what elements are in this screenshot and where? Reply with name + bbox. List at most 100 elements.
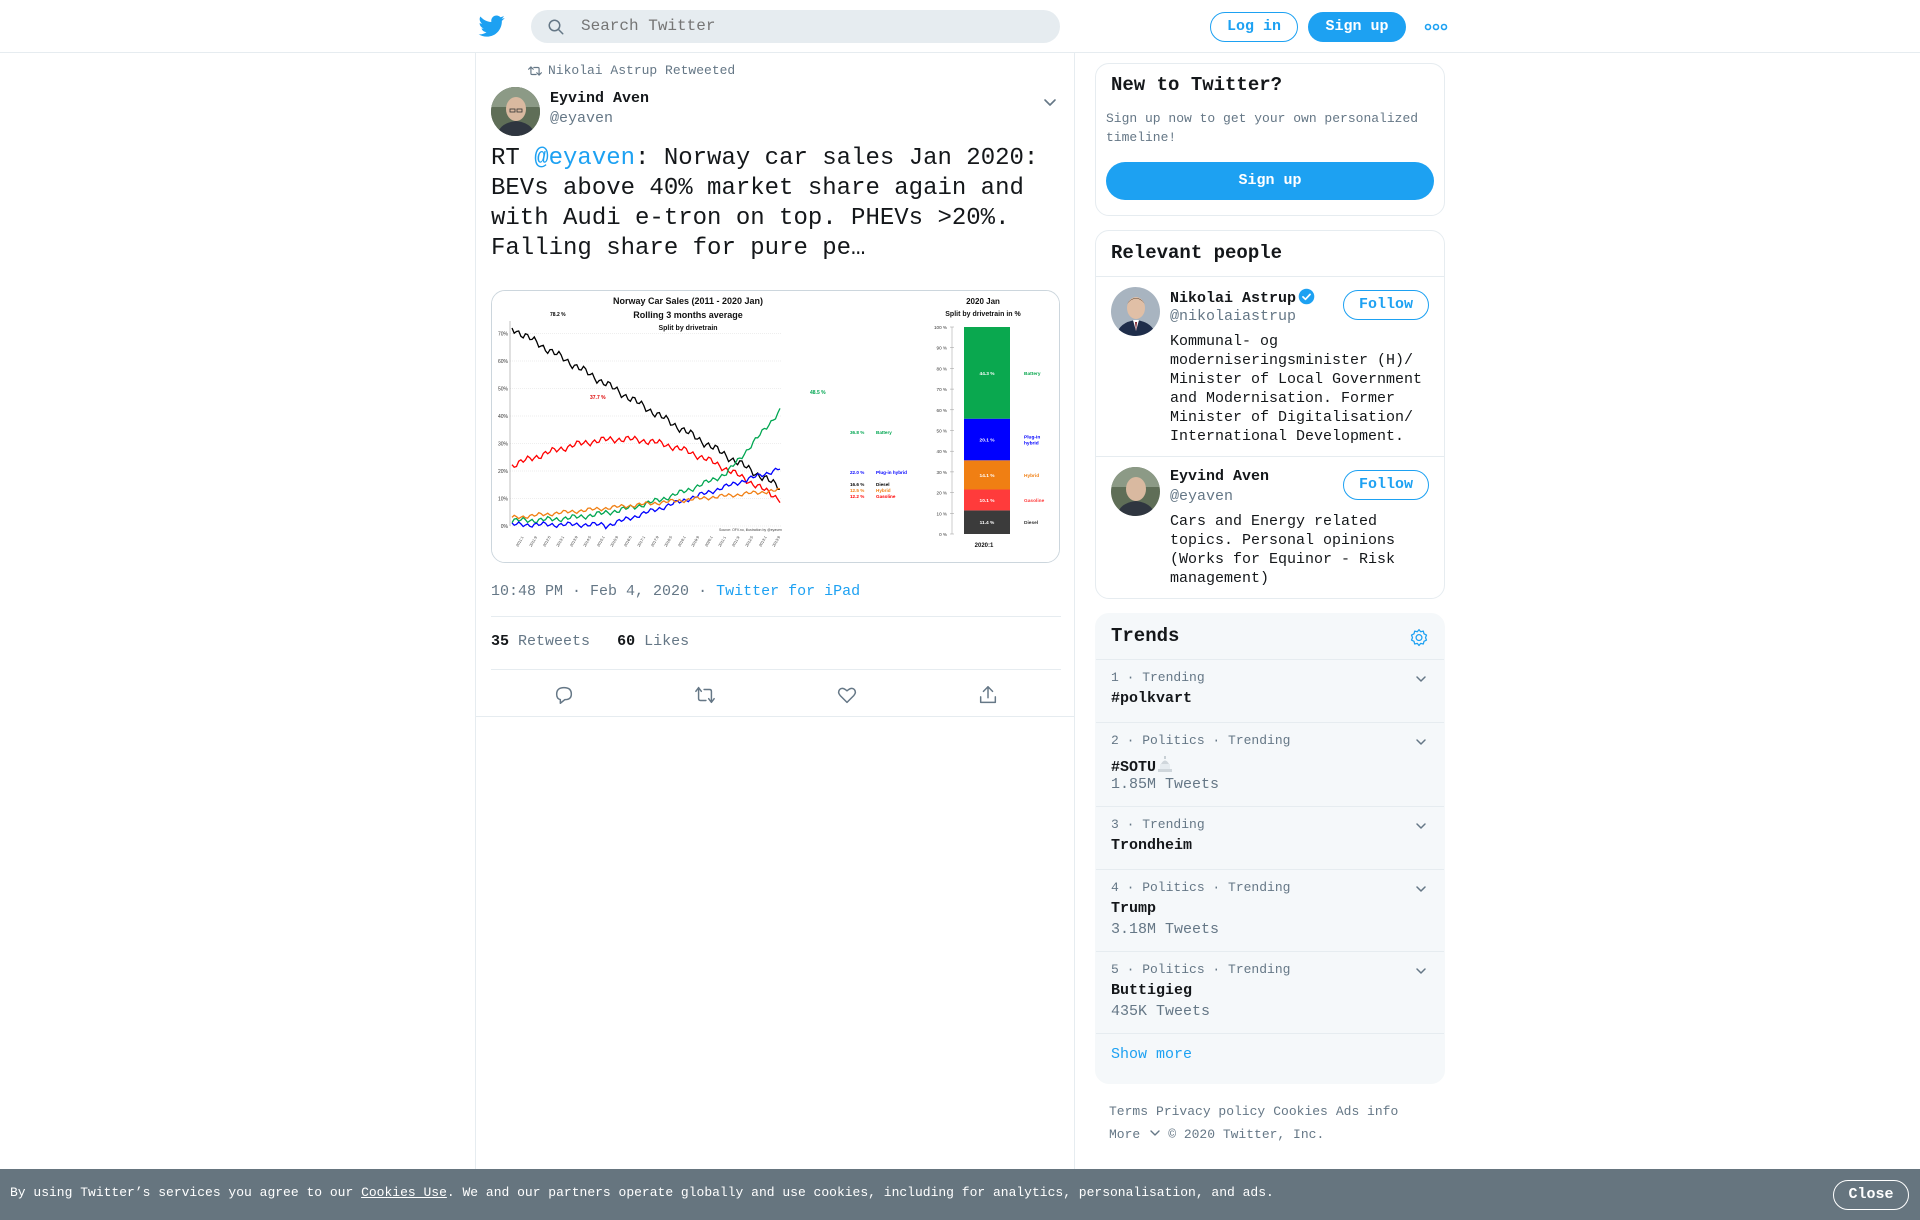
person-item[interactable]: Nikolai Astrup @nikolaiastrup Kommunal- … xyxy=(1096,277,1444,457)
person-avatar[interactable] xyxy=(1111,467,1160,516)
annotation-peak-diesel: 78.2 % xyxy=(550,312,566,318)
author-handle[interactable]: @eyaven xyxy=(550,110,613,127)
line-end-value: 12.5 % xyxy=(850,488,864,493)
new-to-twitter-desc: Sign up now to get your own personalized… xyxy=(1106,111,1419,145)
tweet-timestamp[interactable]: 10:48 PM · Feb 4, 2020 xyxy=(491,583,689,600)
y-tick-label: 40% xyxy=(498,414,509,420)
new-to-twitter-card: New to Twitter? Sign up now to get your … xyxy=(1095,63,1445,216)
bar-y-tick-label: 0 % xyxy=(939,532,947,537)
bar-y-tick-label: 20 % xyxy=(937,491,947,496)
cookie-text: By using Twitter’s services you agree to… xyxy=(10,1185,1274,1200)
follow-button[interactable]: Follow xyxy=(1343,290,1429,320)
stack-name-label: Battery xyxy=(1024,371,1041,377)
person-name[interactable]: Nikolai Astrup xyxy=(1170,288,1315,307)
stack-value-label: 20.1 % xyxy=(980,438,996,444)
footer-link-privacy[interactable]: Privacy policy xyxy=(1156,1104,1265,1119)
trend-item[interactable]: 3 · Trending Trondheim xyxy=(1096,807,1444,870)
tweet-source-link[interactable]: Twitter for iPad xyxy=(716,583,860,600)
bar-y-tick-label: 60 % xyxy=(937,408,947,413)
search-input[interactable] xyxy=(581,10,1041,43)
chevron-down-icon[interactable] xyxy=(1414,964,1428,978)
retweet-action-icon[interactable] xyxy=(694,684,716,706)
bar-y-tick-label: 40 % xyxy=(937,449,947,454)
trend-item[interactable]: 2 · Politics · Trending #SOTU 1.85M Twee… xyxy=(1096,723,1444,807)
footer-more-menu[interactable]: More xyxy=(1109,1127,1160,1142)
settings-gear-icon[interactable] xyxy=(1409,628,1429,648)
person-handle[interactable]: @nikolaiastrup xyxy=(1170,308,1296,325)
trend-context: 5 · Politics · Trending xyxy=(1111,962,1291,977)
chevron-down-icon[interactable] xyxy=(1414,882,1428,896)
trend-context: 4 · Politics · Trending xyxy=(1111,880,1291,895)
close-cookie-button[interactable]: Close xyxy=(1833,1180,1909,1210)
cookies-use-link[interactable]: Cookies Use xyxy=(361,1185,447,1200)
trend-item[interactable]: 5 · Politics · Trending Buttigieg 435K T… xyxy=(1096,952,1444,1034)
chart-source-note: Source: OFV.no, illustration by @eyaven xyxy=(719,528,782,532)
annotation-peak-gasoline: 37.7 % xyxy=(590,395,606,401)
person-handle[interactable]: @eyaven xyxy=(1170,488,1233,505)
login-button[interactable]: Log in xyxy=(1210,12,1298,42)
twitter-logo-icon[interactable] xyxy=(478,13,506,39)
likes-count: 60 xyxy=(617,633,636,650)
person-name[interactable]: Eyvind Aven xyxy=(1170,468,1269,485)
chart-left-title-3: Split by drivetrain xyxy=(658,325,717,332)
sidebar-signup-button[interactable]: Sign up xyxy=(1106,162,1434,200)
person-bio: Kommunal- og moderniseringsminister (H)/… xyxy=(1170,333,1423,445)
show-more-link[interactable]: Show more xyxy=(1111,1046,1192,1063)
tweet-column: Nikolai Astrup Retweeted Eyvind Aven @ey… xyxy=(475,53,1075,1169)
line-end-value: 16.6 % xyxy=(850,482,864,487)
line-end-value: 12.2 % xyxy=(850,494,864,499)
like-heart-icon[interactable] xyxy=(836,684,858,706)
likes-stat[interactable]: 60 Likes xyxy=(617,633,689,650)
divider xyxy=(476,716,1074,717)
tweet-media-image[interactable]: Norway Car Sales (2011 - 2020 Jan) Rolli… xyxy=(491,290,1060,563)
follow-button[interactable]: Follow xyxy=(1343,470,1429,500)
trend-count: 3.18M Tweets xyxy=(1111,921,1220,938)
trend-name[interactable]: Trump xyxy=(1111,900,1156,917)
chevron-down-icon[interactable] xyxy=(1414,819,1428,833)
tweet-mention-link[interactable]: @eyaven xyxy=(534,145,635,172)
person-avatar[interactable] xyxy=(1111,287,1160,336)
trends-header: Trends xyxy=(1096,614,1444,660)
bar-y-tick-label: 50 % xyxy=(937,429,947,434)
copyright: © 2020 Twitter, Inc. xyxy=(1168,1127,1325,1142)
chevron-down-icon[interactable] xyxy=(1414,735,1428,749)
chevron-down-icon[interactable] xyxy=(1042,94,1058,110)
search-box[interactable] xyxy=(531,10,1060,43)
y-tick-label: 60% xyxy=(498,359,509,365)
retweets-stat[interactable]: 35 Retweets xyxy=(491,633,590,650)
bar-y-tick-label: 90 % xyxy=(937,346,947,351)
meta-separator: · xyxy=(698,583,708,600)
top-bar: Log in Sign up xyxy=(0,0,1920,53)
likes-label: Likes xyxy=(644,633,690,650)
line-end-name: Battery xyxy=(876,430,892,435)
trend-name[interactable]: Buttigieg xyxy=(1111,982,1192,999)
retweet-context-text: Nikolai Astrup Retweeted xyxy=(548,63,736,78)
chevron-down-icon[interactable] xyxy=(1414,672,1428,686)
person-item[interactable]: Eyvind Aven @eyaven Cars and Energy rela… xyxy=(1096,457,1444,598)
verified-badge-icon xyxy=(1298,288,1315,305)
trend-item[interactable]: 4 · Politics · Trending Trump 3.18M Twee… xyxy=(1096,870,1444,952)
signup-button[interactable]: Sign up xyxy=(1308,12,1406,42)
more-options-icon[interactable] xyxy=(1424,21,1448,33)
stack-name-label: Diesel xyxy=(1024,520,1038,526)
tweet-text: RT @eyaven: Norway car sales Jan 2020: B… xyxy=(491,144,1051,264)
y-tick-label: 0% xyxy=(501,524,509,530)
tweet-text-prefix: RT xyxy=(491,145,535,172)
trend-item[interactable]: 1 · Trending #polkvart xyxy=(1096,660,1444,723)
relevant-people-card: Relevant people Nikolai Astrup @nikolaia… xyxy=(1095,230,1445,599)
search-icon xyxy=(548,19,564,35)
footer-link-ads[interactable]: Ads info xyxy=(1336,1104,1398,1119)
trend-name[interactable]: Trondheim xyxy=(1111,837,1192,854)
footer-link-cookies[interactable]: Cookies xyxy=(1273,1104,1328,1119)
trend-name[interactable]: #polkvart xyxy=(1111,690,1192,707)
author-avatar[interactable] xyxy=(491,87,540,136)
divider xyxy=(491,616,1061,617)
chart-right-title-2: Split by drivetrain in % xyxy=(945,311,1021,318)
reply-icon[interactable] xyxy=(553,684,575,706)
trend-name[interactable]: #SOTU xyxy=(1111,755,1174,776)
bar-y-tick-label: 100 % xyxy=(934,325,947,330)
footer-link-terms[interactable]: Terms xyxy=(1109,1104,1148,1119)
share-icon[interactable] xyxy=(977,684,999,706)
retweet-icon xyxy=(528,65,542,76)
author-name[interactable]: Eyvind Aven xyxy=(550,90,649,107)
